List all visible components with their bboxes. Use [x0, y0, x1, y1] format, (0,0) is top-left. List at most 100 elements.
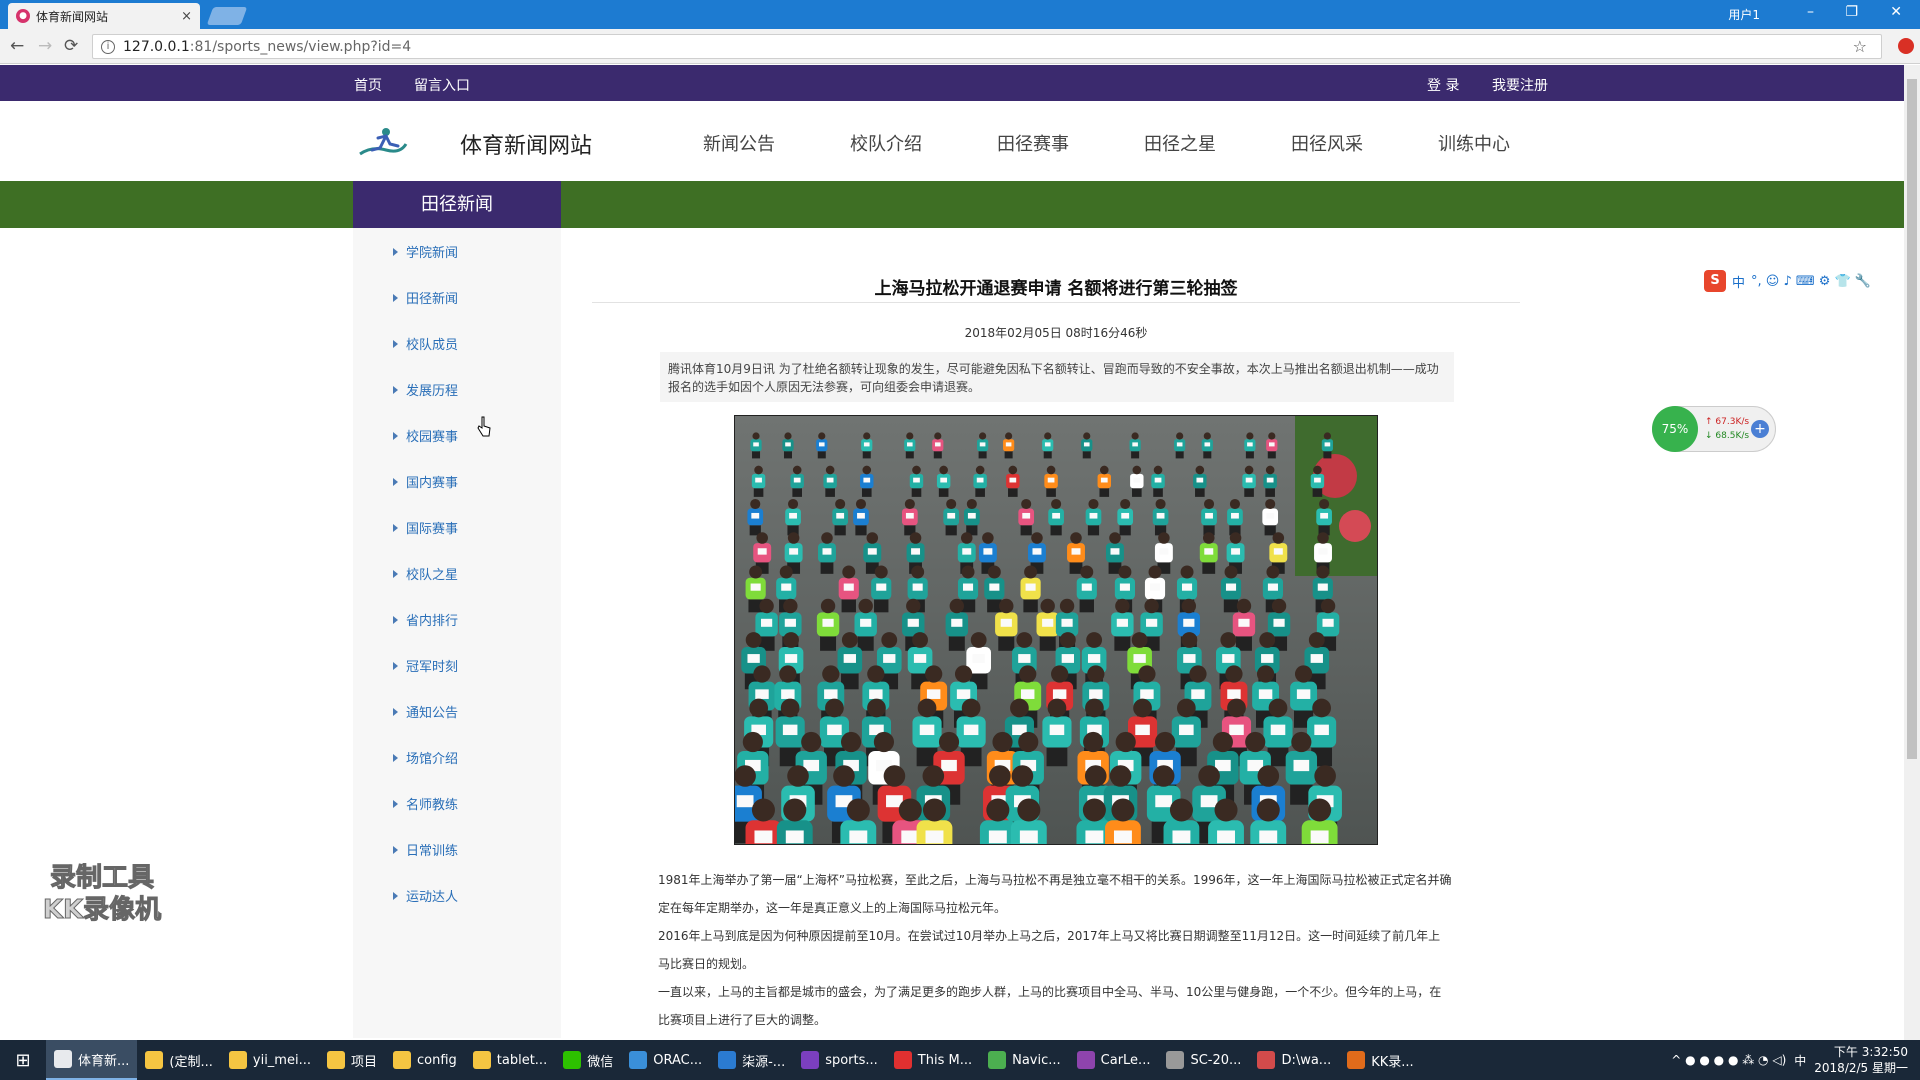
sidebar-item-history[interactable]: 发展历程	[393, 380, 458, 399]
page-scrollbar[interactable]	[1904, 65, 1920, 1040]
taskbar-app-button[interactable]: CarLe...	[1069, 1040, 1159, 1080]
taskbar-app-button[interactable]: Navic...	[980, 1040, 1069, 1080]
article-paragraph: 一直以来，上马的主旨都是城市的盛会，为了满足更多的跑步人群，上马的比赛项目中全马…	[658, 985, 1442, 1027]
top-link-register[interactable]: 我要注册	[1492, 75, 1548, 95]
sidebar-item-label: 省内排行	[406, 614, 459, 629]
sidebar-item-college-news[interactable]: 学院新闻	[393, 242, 458, 261]
site-name[interactable]: 体育新闻网站	[460, 128, 592, 160]
network-monitor-widget[interactable]: 75% ↑ 67.3K/s ↓ 68.5K/s +	[1652, 406, 1776, 452]
page-info-icon[interactable]: i	[101, 39, 115, 54]
app-icon	[472, 1051, 491, 1069]
app-icon	[145, 1051, 164, 1069]
sidebar-item-province-ranking[interactable]: 省内排行	[393, 610, 458, 629]
sidebar-item-champion-moments[interactable]: 冠军时刻	[393, 656, 458, 675]
start-button[interactable]: ⊞	[0, 1040, 46, 1080]
article-paragraph: 1981年上海举办了第一届“上海杯”马拉松赛，至此之后，上海与马拉松不再是独立毫…	[658, 873, 1452, 915]
sidebar-item-coaches[interactable]: 名师教练	[393, 794, 458, 813]
taskbar-app-button[interactable]: 项目	[319, 1040, 385, 1080]
site-favicon-icon: ●	[16, 9, 30, 23]
sidebar-item-notices[interactable]: 通知公告	[393, 702, 458, 721]
sidebar-item-venues[interactable]: 场馆介绍	[393, 748, 458, 767]
article-body: 1981年上海举办了第一届“上海杯”马拉松赛，至此之后，上海与马拉松不再是独立毫…	[658, 866, 1452, 1034]
reload-button[interactable]: ⟳	[64, 36, 78, 56]
clock-time: 下午 3:32:50	[1833, 1045, 1908, 1059]
window-user-label: 用户1	[1728, 8, 1760, 22]
sidebar-item-team-stars[interactable]: 校队之星	[393, 564, 458, 583]
ime-language-toggle[interactable]: 中	[1732, 272, 1745, 291]
taskbar-app-label: 体育新...	[78, 1053, 130, 1069]
taskbar-app-button[interactable]: (定制...	[137, 1040, 220, 1080]
tray-icons[interactable]: ^ ● ● ● ● ⁂ ◔ ◁)	[1671, 1053, 1786, 1067]
taskbar-app-button[interactable]: SC-20...	[1158, 1040, 1249, 1080]
taskbar-app-label: 微信	[587, 1054, 614, 1070]
taskbar-app-label: SC-20...	[1190, 1052, 1242, 1068]
sidebar-item-sports-experts[interactable]: 运动达人	[393, 886, 458, 905]
top-link-home[interactable]: 首页	[354, 75, 382, 95]
taskbar-app-button[interactable]: yii_mei...	[221, 1040, 319, 1080]
runner-logo-icon[interactable]	[356, 126, 408, 158]
browser-tab-active[interactable]: ● 体育新闻网站 ×	[8, 3, 200, 29]
ime-tool-icons[interactable]: °, ☺ ♪ ⌨ ⚙ 👕 🔧	[1751, 274, 1871, 289]
triangle-right-icon	[393, 708, 398, 716]
app-icon	[228, 1051, 247, 1069]
tab-close-button[interactable]: ×	[181, 9, 192, 24]
taskbar-app-button[interactable]: KK录...	[1339, 1040, 1421, 1080]
nav-gallery[interactable]: 田径风采	[1291, 130, 1363, 156]
taskbar-app-button[interactable]: tablet...	[465, 1040, 555, 1080]
new-tab-button[interactable]	[206, 7, 248, 25]
scrollbar-thumb[interactable]	[1907, 79, 1917, 759]
back-button[interactable]: ←	[10, 36, 24, 56]
taskbar-app-label: 柒源-...	[742, 1054, 786, 1070]
nav-stars[interactable]: 田径之星	[1144, 130, 1216, 156]
forward-button[interactable]: →	[38, 36, 52, 56]
taskbar-app-button[interactable]: sports...	[793, 1040, 886, 1080]
extension-icon[interactable]	[1898, 38, 1914, 54]
bookmark-star-icon[interactable]: ☆	[1853, 37, 1867, 56]
taskbar-app-button[interactable]: 微信	[555, 1040, 621, 1080]
top-link-login[interactable]: 登 录	[1427, 75, 1459, 95]
taskbar-app-label: CarLe...	[1100, 1052, 1151, 1068]
nav-team[interactable]: 校队介绍	[850, 130, 922, 156]
sidebar-item-label: 校园赛事	[406, 430, 459, 445]
triangle-right-icon	[393, 340, 398, 348]
windows-taskbar: ⊞ 体育新... (定制... yii_mei... 项目 config tablet..…	[0, 1040, 1920, 1080]
nav-training[interactable]: 训练中心	[1438, 130, 1510, 156]
sidebar-item-label: 校队成员	[406, 338, 459, 353]
sogou-ime-icon[interactable]: S	[1704, 270, 1726, 292]
maximize-button[interactable]: ❐	[1845, 4, 1858, 20]
nav-news[interactable]: 新闻公告	[703, 130, 775, 156]
sidebar-item-international-events[interactable]: 国际赛事	[393, 518, 458, 537]
taskbar-app-label: config	[417, 1052, 457, 1068]
sidebar-item-domestic-events[interactable]: 国内赛事	[393, 472, 458, 491]
address-bar[interactable]: i 127.0.0.1:81/sports_news/view.php?id=4…	[92, 34, 1882, 59]
browser-tabbar: ● 体育新闻网站 × 用户1 – ❐ ✕	[0, 0, 1920, 29]
taskbar-app-button[interactable]: 体育新...	[46, 1040, 138, 1080]
minimize-button[interactable]: –	[1807, 4, 1814, 20]
app-icon	[326, 1051, 345, 1069]
app-icon	[1257, 1051, 1276, 1069]
triangle-right-icon	[393, 386, 398, 394]
app-icon	[54, 1050, 72, 1068]
nav-events[interactable]: 田径赛事	[997, 130, 1069, 156]
sidebar-item-track-news[interactable]: 田径新闻	[393, 288, 458, 307]
taskbar-app-label: yii_mei...	[252, 1052, 311, 1068]
taskbar-app-button[interactable]: D:\wa...	[1249, 1040, 1339, 1080]
taskbar-app-button[interactable]: 柒源-...	[710, 1040, 793, 1080]
window-close-button[interactable]: ✕	[1890, 4, 1902, 20]
top-link-guestbook[interactable]: 留言入口	[414, 75, 470, 95]
app-icon	[893, 1051, 912, 1069]
taskbar-app-button[interactable]: ORAC...	[621, 1040, 710, 1080]
sidebar-item-campus-events[interactable]: 校园赛事	[393, 426, 458, 445]
sidebar-item-team-members[interactable]: 校队成员	[393, 334, 458, 353]
sidebar-item-daily-training[interactable]: 日常训练	[393, 840, 458, 859]
triangle-right-icon	[393, 800, 398, 808]
taskbar-app-button[interactable]: This M...	[886, 1040, 980, 1080]
taskbar-app-button[interactable]: config	[385, 1040, 465, 1080]
tray-ime-indicator[interactable]: 中	[1794, 1052, 1806, 1069]
speedup-plus-button[interactable]: +	[1751, 420, 1769, 438]
triangle-right-icon	[393, 754, 398, 762]
system-clock[interactable]: 下午 3:32:50 2018/2/5 星期一	[1814, 1044, 1908, 1076]
article-summary: 腾讯体育10月9日讯 为了杜绝名额转让现象的发生，尽可能避免因私下名额转让、冒跑…	[660, 352, 1454, 402]
ime-toolbar[interactable]: S 中 °, ☺ ♪ ⌨ ⚙ 👕 🔧	[1704, 270, 1871, 292]
triangle-right-icon	[393, 892, 398, 900]
